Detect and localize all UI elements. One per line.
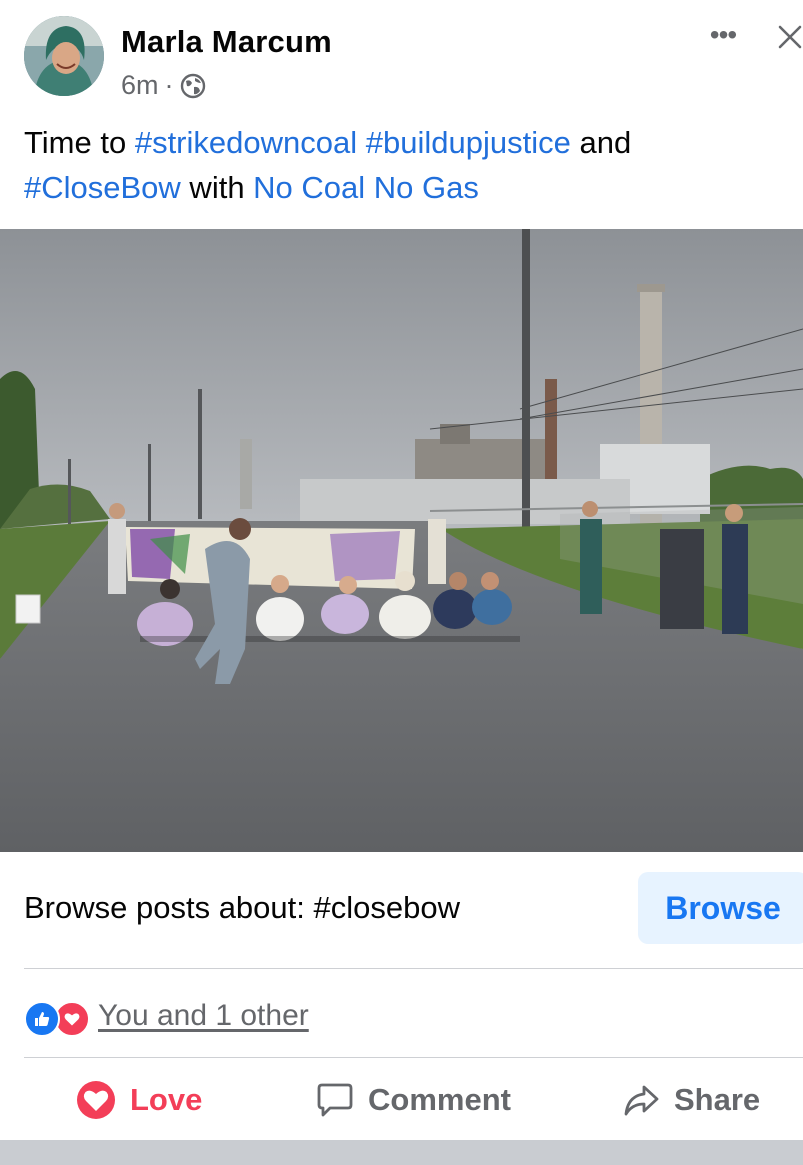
caption-text: and [570, 125, 632, 160]
hashtag-link[interactable]: #buildupjustice [366, 125, 571, 160]
like-icon [24, 1001, 60, 1037]
divider [24, 968, 803, 969]
comment-icon [316, 1081, 354, 1119]
caption-text [357, 125, 366, 160]
caption-text: with [180, 170, 254, 205]
close-icon[interactable] [775, 22, 803, 52]
reaction-icons [24, 998, 90, 1037]
more-horizontal-icon[interactable]: ••• [703, 21, 743, 49]
caption-text: Time to [24, 125, 135, 160]
reactions-summary[interactable]: You and 1 other [24, 996, 309, 1037]
share-icon [622, 1081, 660, 1119]
hashtag-link[interactable]: #strikedowncoal [135, 125, 357, 160]
page-mention-link[interactable]: No Coal No Gas [253, 170, 479, 205]
author-avatar[interactable] [24, 16, 104, 96]
post-caption: Time to #strikedowncoal #buildupjustice … [24, 120, 784, 210]
comment-label: Comment [368, 1082, 511, 1117]
hashtag-link[interactable]: #CloseBow [24, 170, 181, 205]
reactions-count-text[interactable]: You and 1 other [98, 999, 309, 1033]
post-meta: 6m · [121, 70, 206, 101]
love-label: Love [130, 1082, 203, 1117]
love-reaction-button[interactable]: Love [76, 1078, 202, 1122]
globe-icon [180, 73, 206, 99]
post-photo[interactable] [0, 229, 803, 852]
share-label: Share [674, 1082, 761, 1117]
comment-button[interactable]: Comment [316, 1078, 511, 1122]
share-button[interactable]: Share [622, 1078, 760, 1122]
post-action-bar: Love Comment Share [0, 1060, 803, 1140]
post-time[interactable]: 6m [121, 70, 159, 101]
post-header: Marla Marcum 6m · ••• [0, 0, 803, 110]
browse-hashtag-row: Browse posts about: #closebow Browse [0, 852, 803, 968]
love-icon [76, 1080, 116, 1120]
feed-separator [0, 1140, 803, 1165]
browse-button[interactable]: Browse [638, 872, 803, 944]
divider [24, 1057, 803, 1058]
author-name[interactable]: Marla Marcum [121, 24, 332, 60]
meta-separator: · [164, 70, 174, 100]
browse-topic-text: Browse posts about: #closebow [24, 890, 460, 925]
